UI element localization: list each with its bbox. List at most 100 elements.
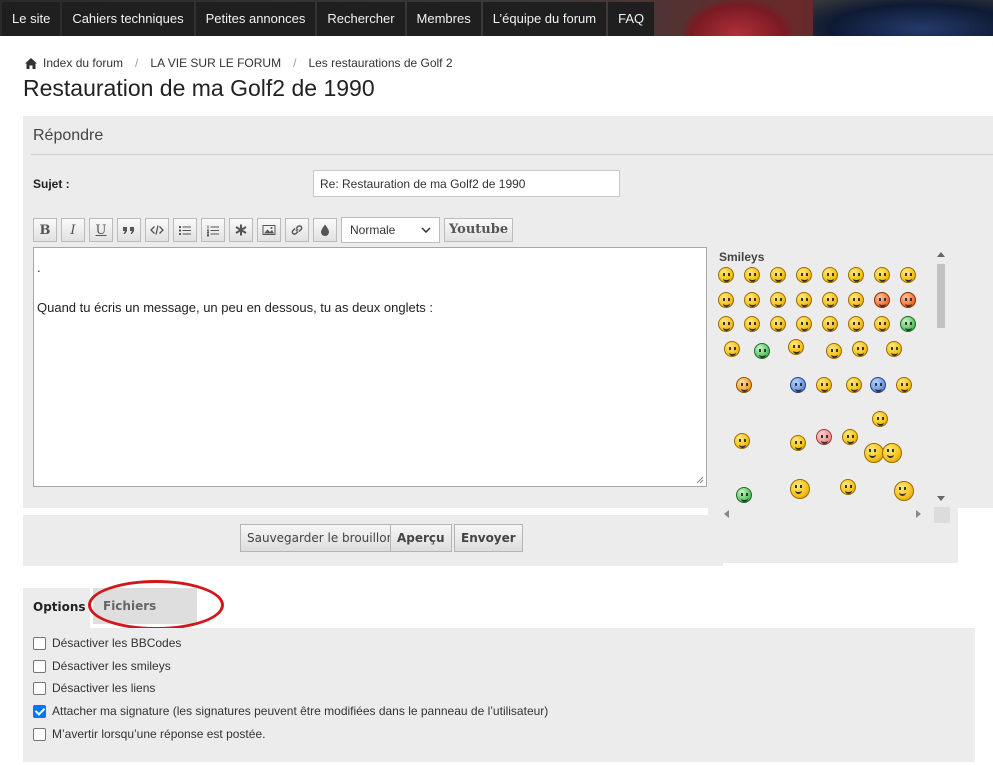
nav-item-equipe-du-forum[interactable]: L’équipe du forum [482, 2, 607, 36]
smiley-icon[interactable] [788, 339, 804, 355]
scroll-down-icon[interactable] [937, 496, 945, 501]
smiley-icon[interactable] [790, 435, 806, 451]
smiley-icon[interactable] [790, 377, 806, 393]
scroll-right-icon[interactable] [916, 510, 921, 518]
tab-options[interactable]: Options [23, 588, 90, 628]
smiley-icon[interactable] [790, 479, 810, 499]
submit-button[interactable]: Envoyer [454, 524, 523, 552]
smiley-icon[interactable] [744, 292, 760, 308]
smiley-icon[interactable] [896, 377, 912, 393]
smiley-icon[interactable] [822, 316, 838, 332]
scroll-up-icon[interactable] [937, 252, 945, 257]
breadcrumb-link-vie-sur-le-forum[interactable]: LA VIE SUR LE FORUM [150, 56, 281, 70]
nav-item-membres[interactable]: Membres [406, 2, 481, 36]
smiley-icon[interactable] [872, 411, 888, 427]
smiley-icon[interactable] [822, 267, 838, 283]
smiley-icon[interactable] [864, 443, 884, 463]
scrollbar-thumb[interactable] [937, 264, 945, 328]
checkbox[interactable] [33, 681, 46, 695]
checkbox-checked[interactable] [33, 704, 46, 718]
breadcrumb-link-restaurations[interactable]: Les restaurations de Golf 2 [308, 56, 452, 70]
smiley-icon[interactable] [848, 292, 864, 308]
tab-attachments[interactable]: Fichiers joints [93, 588, 197, 649]
font-size-select[interactable]: Normale [341, 217, 440, 243]
code-icon [150, 225, 164, 235]
smiley-icon[interactable] [754, 343, 770, 359]
smiley-icon[interactable] [826, 343, 842, 359]
nav-item-cahiers-techniques[interactable]: Cahiers techniques [62, 2, 194, 36]
smiley-icon[interactable] [796, 316, 812, 332]
option-attach-signature[interactable]: Attacher ma signature (les signatures pe… [33, 704, 548, 718]
smiley-icon[interactable] [718, 316, 734, 332]
smiley-icon[interactable] [874, 267, 890, 283]
header-background-image-right [813, 0, 993, 36]
checkbox[interactable] [33, 659, 46, 673]
code-button[interactable] [145, 218, 169, 242]
smiley-icon[interactable] [718, 292, 734, 308]
smiley-icon[interactable] [744, 267, 760, 283]
smiley-icon[interactable] [848, 316, 864, 332]
resize-grip-icon[interactable] [696, 476, 704, 484]
smiley-icon[interactable] [816, 377, 832, 393]
breadcrumb-link-index[interactable]: Index du forum [43, 56, 123, 70]
image-button[interactable] [257, 218, 281, 242]
option-disable-links[interactable]: Désactiver les liens [33, 681, 155, 695]
smiley-icon[interactable] [894, 481, 914, 501]
smiley-icon[interactable] [900, 267, 916, 283]
smiley-icon[interactable] [770, 316, 786, 332]
smiley-icon[interactable] [724, 341, 740, 357]
list-item-button[interactable] [229, 218, 253, 242]
option-notify-reply[interactable]: M’avertir lorsqu’une réponse est postée. [33, 727, 265, 741]
smiley-icon[interactable] [744, 316, 760, 332]
smileys-horizontal-scrollbar[interactable] [716, 507, 950, 523]
bold-button[interactable]: B [33, 218, 57, 242]
nav-item-le-site[interactable]: Le site [2, 2, 61, 36]
nav-item-faq[interactable]: FAQ [608, 2, 655, 36]
smiley-icon[interactable] [736, 487, 752, 503]
preview-button[interactable]: Aperçu [390, 524, 452, 552]
smiley-icon[interactable] [886, 341, 902, 357]
link-button[interactable] [285, 218, 309, 242]
list-button[interactable] [173, 218, 197, 242]
checkbox[interactable] [33, 636, 46, 650]
italic-button[interactable]: I [61, 218, 85, 242]
smiley-icon[interactable] [822, 292, 838, 308]
option-disable-smileys[interactable]: Désactiver les smileys [33, 659, 171, 673]
smiley-icon[interactable] [770, 292, 786, 308]
smiley-icon[interactable] [846, 377, 862, 393]
youtube-button[interactable]: Youtube [444, 218, 514, 242]
checkbox[interactable] [33, 727, 46, 741]
smiley-icon[interactable] [734, 433, 750, 449]
smiley-icon[interactable] [874, 292, 890, 308]
smiley-icon[interactable] [900, 316, 916, 332]
smiley-icon[interactable] [870, 377, 886, 393]
smileys-vertical-scrollbar[interactable] [934, 250, 948, 505]
smiley-icon[interactable] [842, 429, 858, 445]
smiley-icon[interactable] [770, 267, 786, 283]
quote-button[interactable] [117, 218, 141, 242]
ordered-list-button[interactable] [201, 218, 225, 242]
smiley-icon[interactable] [848, 267, 864, 283]
message-textarea[interactable]: . Quand tu écris un message, un peu en d… [33, 247, 707, 487]
home-icon[interactable] [25, 56, 37, 70]
nav-item-rechercher[interactable]: Rechercher [317, 2, 405, 36]
options-panel: Désactiver les BBCodes Désactiver les sm… [23, 628, 975, 762]
option-disable-bbcodes[interactable]: Désactiver les BBCodes [33, 636, 181, 650]
save-draft-button[interactable]: Sauvegarder le brouillon [240, 524, 402, 552]
smiley-icon[interactable] [796, 292, 812, 308]
nav-item-petites-annonces[interactable]: Petites annonces [195, 2, 316, 36]
subject-input[interactable] [313, 170, 620, 197]
color-button[interactable] [313, 218, 337, 242]
smiley-icon[interactable] [882, 443, 902, 463]
page-title[interactable]: Restauration de ma Golf2 de 1990 [23, 75, 375, 102]
underline-button[interactable]: U [89, 218, 113, 242]
smiley-icon[interactable] [796, 267, 812, 283]
smiley-icon[interactable] [736, 377, 752, 393]
smiley-icon[interactable] [816, 429, 832, 445]
smiley-icon[interactable] [852, 341, 868, 357]
smiley-icon[interactable] [718, 267, 734, 283]
smiley-icon[interactable] [874, 316, 890, 332]
scroll-left-icon[interactable] [724, 510, 729, 518]
smiley-icon[interactable] [840, 479, 856, 495]
smiley-icon[interactable] [900, 292, 916, 308]
